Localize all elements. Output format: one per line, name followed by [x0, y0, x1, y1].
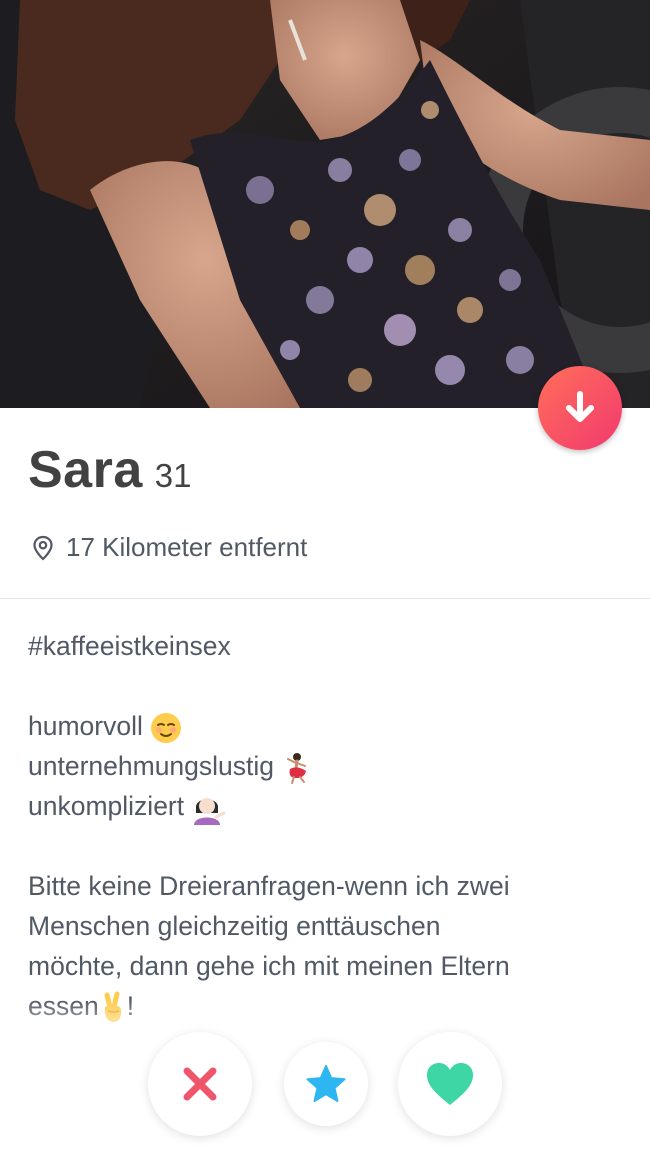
superlike-button[interactable]: [284, 1042, 368, 1126]
profile-photo-image: [0, 0, 650, 408]
bio-paragraph-line: Menschen gleichzeitig enttäuschen: [28, 911, 441, 941]
like-button[interactable]: [398, 1032, 502, 1136]
divider: [0, 598, 650, 599]
nope-button[interactable]: [148, 1032, 252, 1136]
profile-photo[interactable]: [0, 0, 650, 408]
bio-trait: humorvoll: [28, 706, 628, 746]
profile-name: Sara: [28, 441, 143, 499]
bio-trait: unternehmungslustig: [28, 746, 628, 786]
x-icon: [183, 1067, 217, 1101]
bio-paragraph-line: möchte, dann gehe ich mit meinen Eltern: [28, 951, 510, 981]
distance-text: 17 Kilometer entfernt: [66, 532, 308, 562]
collapse-profile-button[interactable]: [538, 366, 622, 450]
action-bar: [0, 1030, 650, 1140]
bio-trait: unkompliziert: [28, 786, 628, 826]
relieved-face-icon: [150, 713, 181, 743]
distance-row: 17 Kilometer entfernt: [30, 532, 307, 563]
dancer-icon: [287, 753, 307, 784]
bio-paragraph-line: Bitte keine Dreieranfragen-wenn ich zwei: [28, 871, 510, 901]
location-pin-icon: [33, 535, 53, 561]
profile-header: Sara 31: [28, 440, 191, 500]
star-icon: [306, 1065, 346, 1102]
profile-bio: #kaffeeistkeinsex humorvoll unternehmung…: [28, 626, 628, 1026]
information-desk-person-icon: [194, 798, 226, 825]
heart-icon: [427, 1063, 473, 1105]
bio-hashtag: #kaffeeistkeinsex: [28, 631, 231, 661]
arrow-down-icon: [566, 391, 594, 422]
profile-age: 31: [154, 457, 192, 494]
